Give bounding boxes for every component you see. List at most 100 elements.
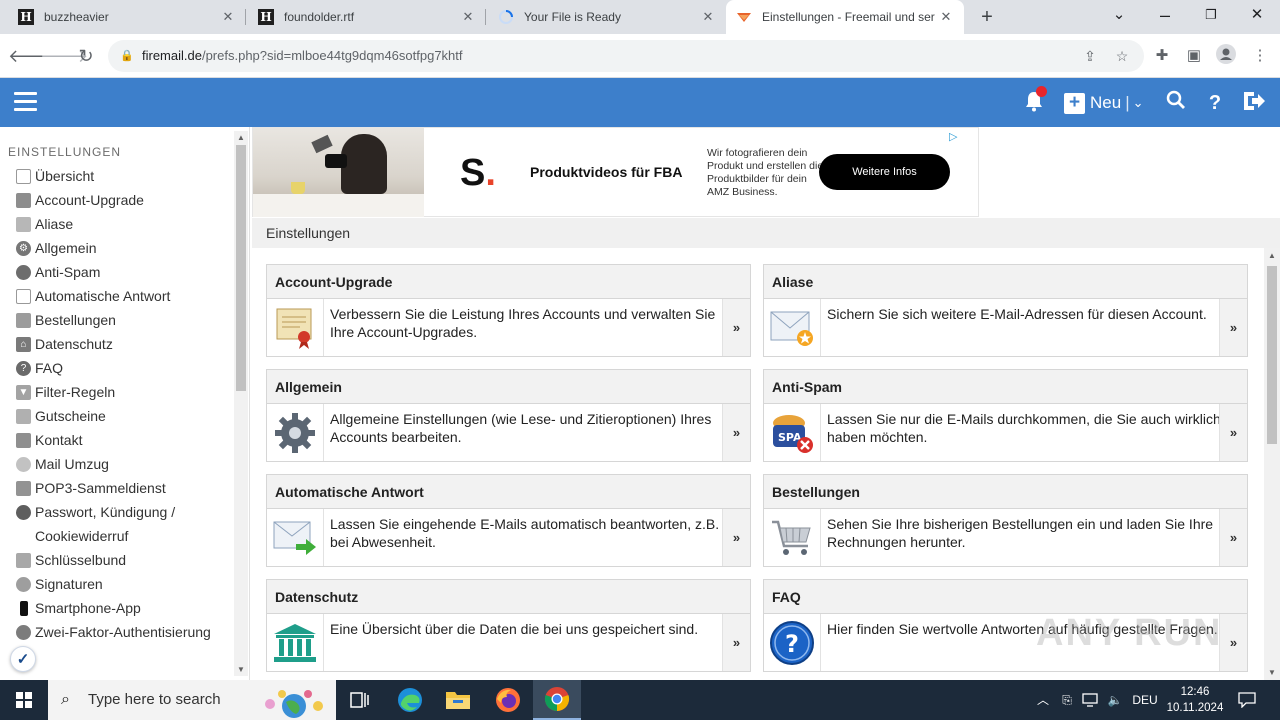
card-account-upgrade[interactable]: Account-Upgrade Verbessern Sie die Leist…	[266, 264, 751, 357]
tab-search-chevron-icon[interactable]: ⌄	[1096, 0, 1142, 34]
sidebar-item-automatische-antwort[interactable]: Automatische Antwort	[16, 284, 232, 308]
browser-menu-icon[interactable]: ⋮	[1248, 44, 1272, 68]
sidebar-scrollbar[interactable]: ▲ ▼	[234, 131, 248, 676]
scrollbar-thumb[interactable]	[1267, 266, 1277, 444]
taskbar-search-input[interactable]: ⌕ Type here to search	[48, 680, 336, 720]
sidebar-item-mail-umzug[interactable]: Mail Umzug	[16, 452, 232, 476]
help-icon[interactable]: ?	[1203, 90, 1227, 116]
back-arrow-icon[interactable]: 🡐	[8, 42, 56, 70]
close-icon[interactable]: ✕	[700, 9, 716, 25]
sidebar-item-faq[interactable]: ? FAQ	[16, 356, 232, 380]
card-automatische-antwort[interactable]: Automatische Antwort Lassen Sie eingehen…	[266, 474, 751, 567]
sidebar-item-datenschutz[interactable]: ⌂ Datenschutz	[16, 332, 232, 356]
window-close-icon[interactable]: ✕	[1234, 0, 1280, 34]
profile-avatar-icon[interactable]	[1214, 44, 1238, 68]
clock-date: 10.11.2024	[1166, 702, 1224, 714]
card-arrow-button[interactable]: »	[722, 404, 750, 461]
sidebar-item-uebersicht[interactable]: Übersicht	[16, 164, 232, 188]
sidebar-item-kontakt[interactable]: Kontakt	[16, 428, 232, 452]
tab-buzzheavier[interactable]: H buzzheavier ✕	[8, 0, 246, 34]
card-title: Anti-Spam	[764, 370, 1247, 404]
card-arrow-button[interactable]: »	[1219, 509, 1247, 566]
side-panel-icon[interactable]: ▣	[1182, 44, 1206, 68]
sidebar-item-bestellungen[interactable]: Bestellungen	[16, 308, 232, 332]
security-check-badge-icon[interactable]: ✓	[10, 646, 36, 672]
notification-center-icon[interactable]	[1236, 680, 1258, 720]
card-bestellungen[interactable]: Bestellungen Sehen Sie Ihre bisherigen B…	[763, 474, 1248, 567]
new-tab-button[interactable]: +	[976, 4, 998, 30]
card-arrow-button[interactable]: »	[1219, 299, 1247, 356]
card-arrow-button[interactable]: »	[1219, 404, 1247, 461]
tab-foundolder[interactable]: H foundolder.rtf ✕	[248, 0, 486, 34]
system-clock[interactable]: 12:46 10.11.2024	[1160, 684, 1230, 716]
address-bar[interactable]: 🔒 firemail.de/prefs.php?sid=mlboe44tg9dq…	[108, 40, 1144, 72]
forward-arrow-icon[interactable]: 🡒	[40, 42, 88, 70]
scroll-down-arrow-icon[interactable]: ▼	[234, 665, 248, 674]
file-explorer-icon[interactable]	[434, 680, 482, 720]
logout-icon[interactable]	[1241, 90, 1267, 116]
reload-icon[interactable]: ↻	[72, 42, 100, 70]
sidebar-item-label: Aliase	[35, 216, 74, 232]
h-favicon-icon: H	[18, 9, 34, 25]
sidebar-item-label: Smartphone-App	[35, 600, 141, 616]
input-language[interactable]: DEU	[1128, 680, 1162, 720]
edge-icon[interactable]	[386, 680, 434, 720]
chrome-icon[interactable]	[533, 680, 581, 720]
tab-your-file-is-ready[interactable]: Your File is Ready ✕	[488, 0, 726, 34]
windows-start-icon[interactable]	[0, 680, 48, 720]
volume-icon[interactable]: 🔈	[1104, 680, 1126, 720]
card-datenschutz[interactable]: Datenschutz Eine Übersicht über die Date…	[266, 579, 751, 672]
card-title: Bestellungen	[764, 475, 1247, 509]
sidebar-item-gutscheine[interactable]: Gutscheine	[16, 404, 232, 428]
tray-device-icon[interactable]: ⎘	[1057, 680, 1077, 720]
card-allgemein[interactable]: Allgemein Allgemeine Einstellungen (wie …	[266, 369, 751, 462]
card-arrow-button[interactable]: »	[1219, 614, 1247, 671]
sidebar-item-filter-regeln[interactable]: ▼ Filter-Regeln	[16, 380, 232, 404]
tray-chevron-up-icon[interactable]: ︿	[1034, 680, 1052, 720]
sidebar-item-label: Übersicht	[35, 168, 95, 184]
scroll-down-arrow-icon[interactable]: ▼	[1264, 668, 1280, 677]
scroll-up-arrow-icon[interactable]: ▲	[1264, 251, 1280, 260]
card-title: Account-Upgrade	[267, 265, 750, 299]
network-icon[interactable]	[1080, 680, 1102, 720]
sidebar-item-aliase[interactable]: Aliase	[16, 212, 232, 236]
sidebar-item-allgemein[interactable]: ⚙ Allgemein	[16, 236, 232, 260]
task-view-icon[interactable]	[336, 680, 384, 720]
minimize-icon[interactable]: –	[1142, 0, 1188, 34]
gear-icon	[267, 404, 324, 461]
sidebar-item-schluesselbund[interactable]: Schlüsselbund	[16, 548, 232, 572]
scrollbar-thumb[interactable]	[236, 145, 246, 391]
ad-banner[interactable]: S. Produktvideos für FBA Wir fotografier…	[252, 127, 979, 217]
card-arrow-button[interactable]: »	[722, 299, 750, 356]
search-icon[interactable]	[1164, 90, 1188, 116]
scroll-up-arrow-icon[interactable]: ▲	[234, 133, 248, 142]
close-icon[interactable]: ✕	[460, 9, 476, 25]
sidebar-item-passwort[interactable]: Passwort, Kündigung / Cookiewiderruf	[16, 500, 232, 548]
tab-einstellungen[interactable]: Einstellungen - Freemail und ser ✕	[726, 0, 964, 34]
gear-icon: ⚙	[16, 241, 31, 256]
bookmark-star-icon[interactable]: ☆	[1110, 40, 1134, 72]
card-title: Automatische Antwort	[267, 475, 750, 509]
sidebar-item-zwei-faktor[interactable]: Zwei-Faktor-Authentisierung	[16, 620, 232, 644]
new-button[interactable]: + Neu | ⌄	[1064, 90, 1144, 116]
close-icon[interactable]: ✕	[220, 9, 236, 25]
sidebar-item-anti-spam[interactable]: Anti-Spam	[16, 260, 232, 284]
sidebar-item-smartphone-app[interactable]: Smartphone-App	[16, 596, 232, 620]
card-arrow-button[interactable]: »	[722, 614, 750, 671]
main-scrollbar[interactable]: ▲ ▼	[1264, 248, 1280, 680]
sidebar-item-signaturen[interactable]: Signaturen	[16, 572, 232, 596]
share-icon[interactable]: ⇪	[1078, 40, 1102, 72]
adchoices-icon[interactable]: ▷	[949, 130, 957, 143]
card-description: Verbessern Sie die Leistung Ihres Accoun…	[330, 306, 716, 340]
sidebar-item-pop3[interactable]: POP3-Sammeldienst	[16, 476, 232, 500]
restore-icon[interactable]: ❐	[1188, 0, 1234, 34]
hamburger-menu-icon[interactable]	[14, 92, 37, 111]
sidebar-item-account-upgrade[interactable]: Account-Upgrade	[16, 188, 232, 212]
card-anti-spam[interactable]: Anti-Spam SPA Lassen Sie nur die E-Mails…	[763, 369, 1248, 462]
card-aliase[interactable]: Aliase Sichern Sie sich weitere E-Mail-A…	[763, 264, 1248, 357]
close-icon[interactable]: ✕	[938, 9, 954, 25]
firefox-icon[interactable]	[484, 680, 532, 720]
ad-cta-button[interactable]: Weitere Infos	[819, 154, 950, 190]
extensions-puzzle-icon[interactable]: ✚	[1150, 44, 1174, 68]
card-arrow-button[interactable]: »	[722, 509, 750, 566]
